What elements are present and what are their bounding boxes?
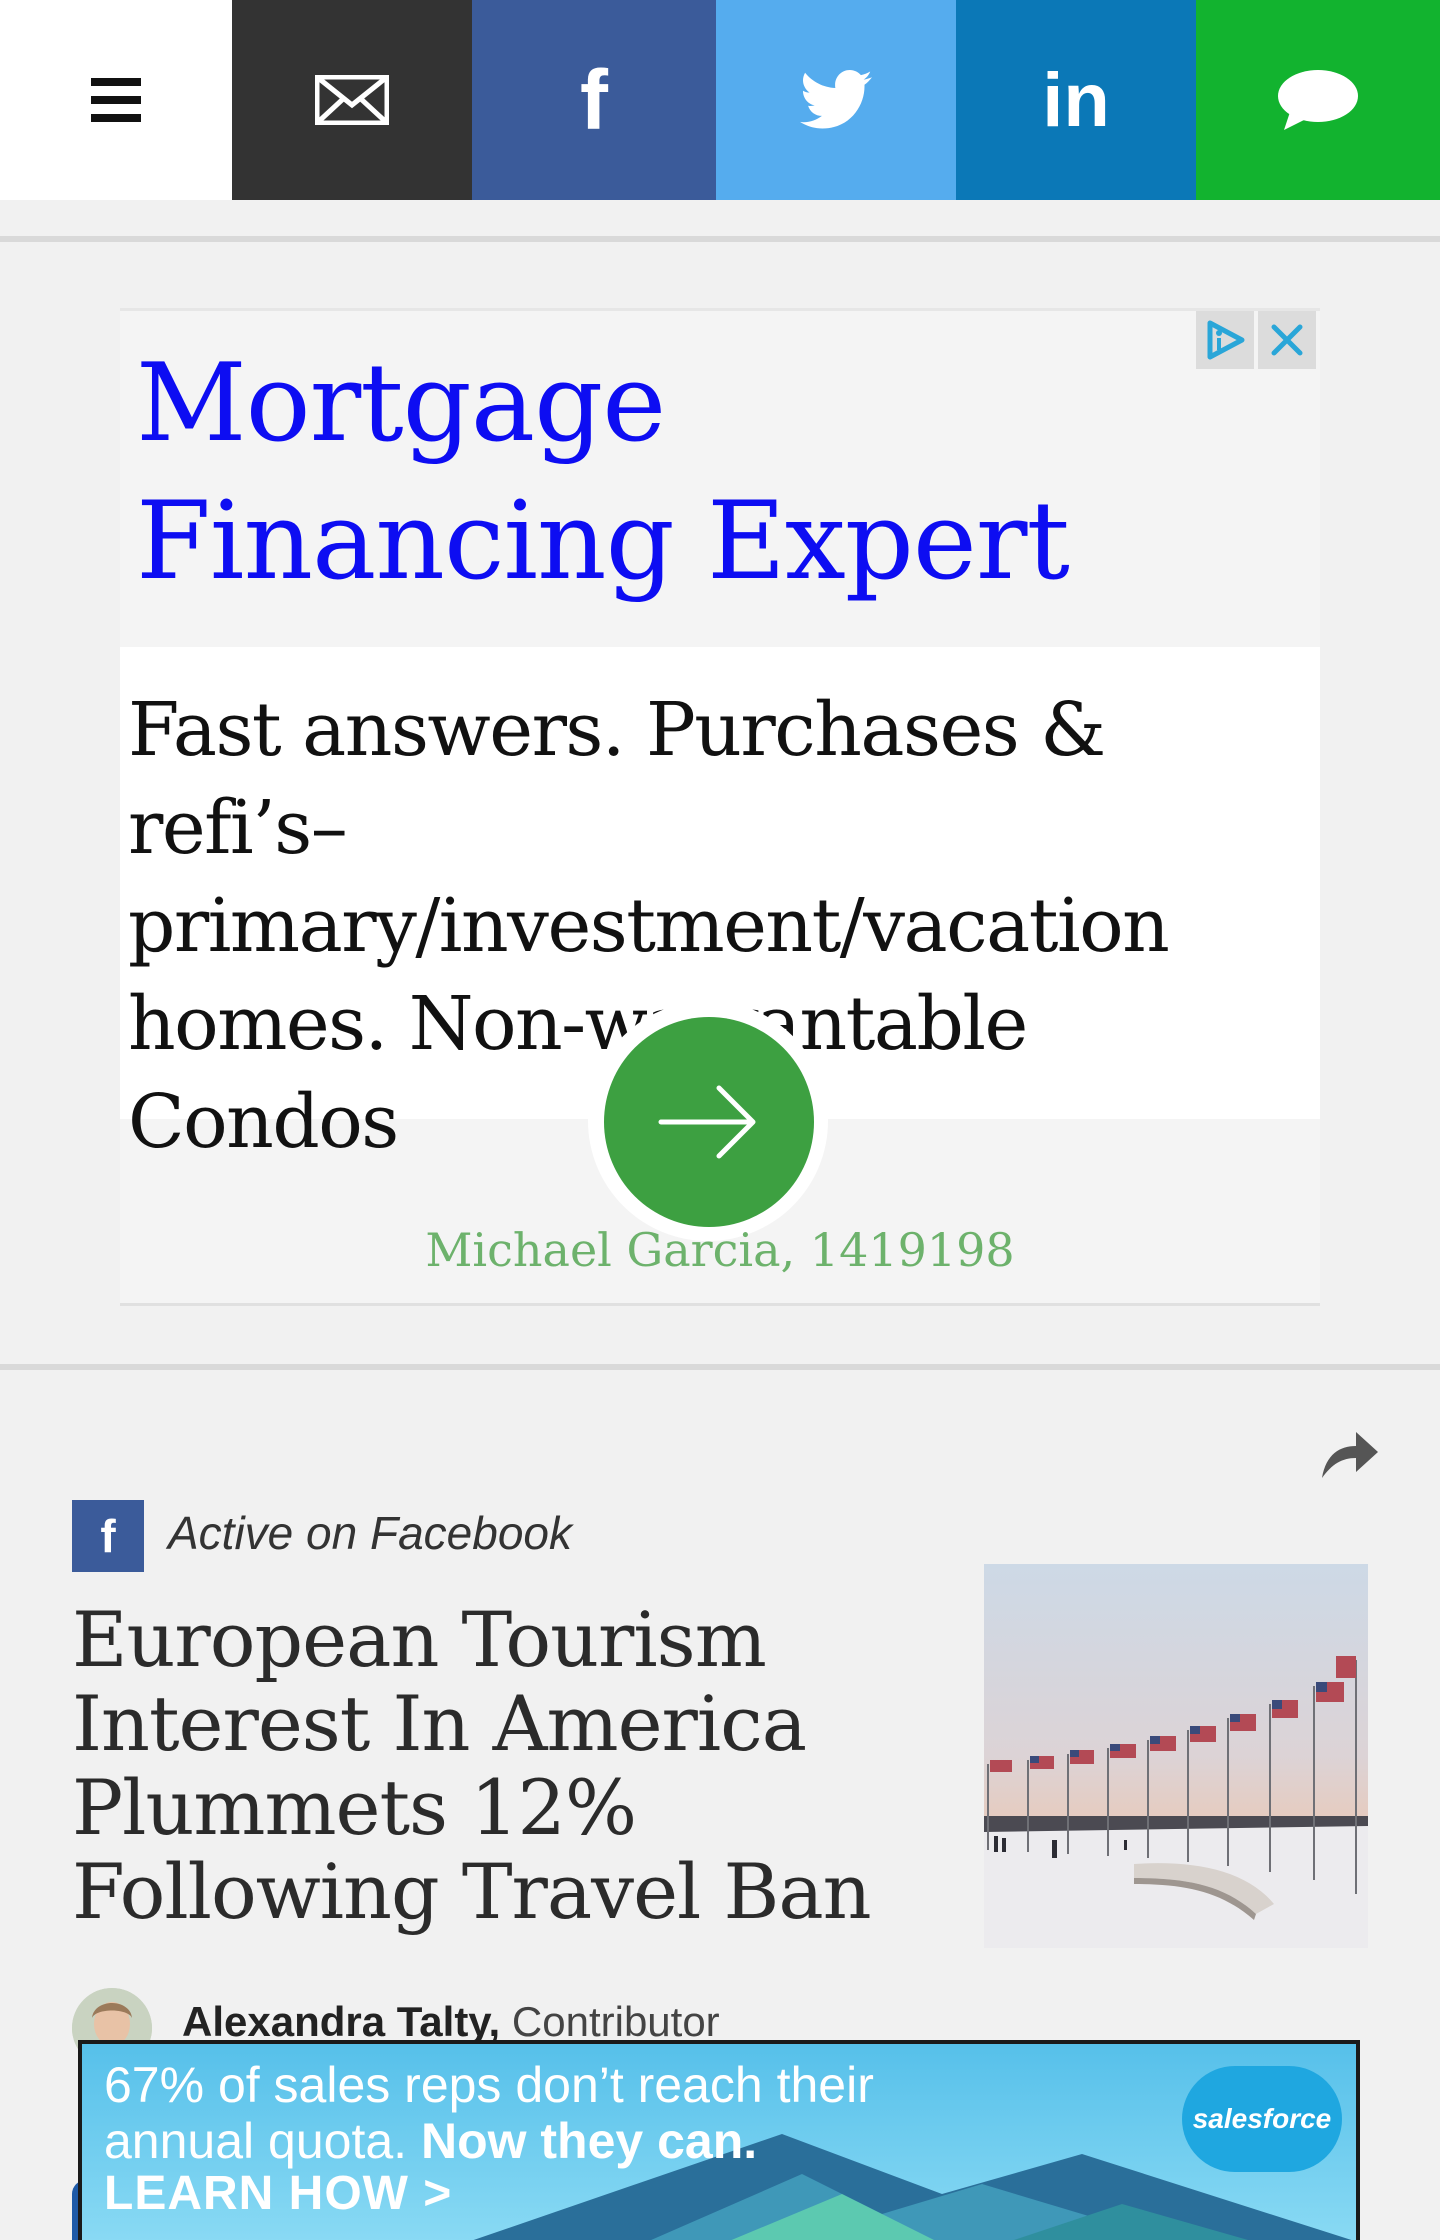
hamburger-menu-icon — [91, 78, 141, 122]
author-role: Contributor — [511, 1998, 720, 2045]
salesforce-logo-text: salesforce — [1192, 2103, 1332, 2134]
banner-subline[interactable]: annual quota. Now they can. — [104, 2112, 757, 2170]
linkedin-share-button[interactable]: in — [956, 0, 1196, 200]
banner-subline-plain: annual quota. — [104, 2113, 408, 2169]
mortgage-ad[interactable]: Mortgage Financing Expert Fast answers. … — [120, 308, 1320, 1306]
chat-bubble-icon — [1278, 70, 1358, 130]
linkedin-icon: in — [1042, 57, 1110, 143]
share-button[interactable] — [1320, 1428, 1380, 1484]
ad-go-button[interactable] — [604, 1017, 814, 1227]
divider — [0, 1364, 1440, 1370]
salesforce-logo[interactable]: salesforce — [1182, 2066, 1342, 2172]
email-envelope-icon — [315, 75, 389, 125]
facebook-badge: f — [72, 1500, 144, 1572]
divider — [0, 236, 1440, 242]
article-headline[interactable]: European Tourism Interest In America Plu… — [72, 1598, 932, 1934]
banner-subline-highlight: Now they can. — [420, 2113, 758, 2169]
menu-button[interactable] — [0, 0, 232, 200]
facebook-icon: f — [100, 1510, 116, 1562]
adchoices-icon — [1207, 320, 1245, 360]
salesforce-banner-ad[interactable]: 67% of sales reps don’t reach their annu… — [78, 2040, 1360, 2240]
arrow-right-icon — [658, 1085, 756, 1159]
email-share-button[interactable] — [232, 0, 472, 200]
article-thumbnail[interactable] — [984, 1564, 1368, 1948]
author-name[interactable]: Alexandra Talty, — [182, 1998, 500, 2045]
facebook-icon: f — [580, 52, 608, 147]
adchoices-button[interactable] — [1196, 311, 1254, 369]
learn-how-button[interactable]: LEARN HOW > — [104, 2166, 452, 2221]
sms-share-button[interactable] — [1196, 0, 1440, 200]
ad-advertiser[interactable]: Michael Garcia, 1419198 — [120, 1223, 1320, 1277]
active-on-facebook-label: Active on Facebook — [168, 1507, 573, 1559]
ad-close-button[interactable] — [1258, 311, 1316, 369]
share-arrow-icon — [1322, 1432, 1378, 1478]
ad-title[interactable]: Mortgage Financing Expert — [136, 335, 1216, 611]
ad-title-area[interactable]: Mortgage Financing Expert — [120, 311, 1320, 647]
author-byline[interactable]: Alexandra Talty, Contributor — [182, 1998, 720, 2046]
close-icon — [1271, 324, 1303, 356]
share-bar: f in — [0, 0, 1440, 200]
facebook-share-button[interactable]: f — [472, 0, 716, 200]
banner-headline[interactable]: 67% of sales reps don’t reach their — [104, 2056, 874, 2114]
twitter-bird-icon — [800, 70, 872, 129]
twitter-share-button[interactable] — [716, 0, 956, 200]
